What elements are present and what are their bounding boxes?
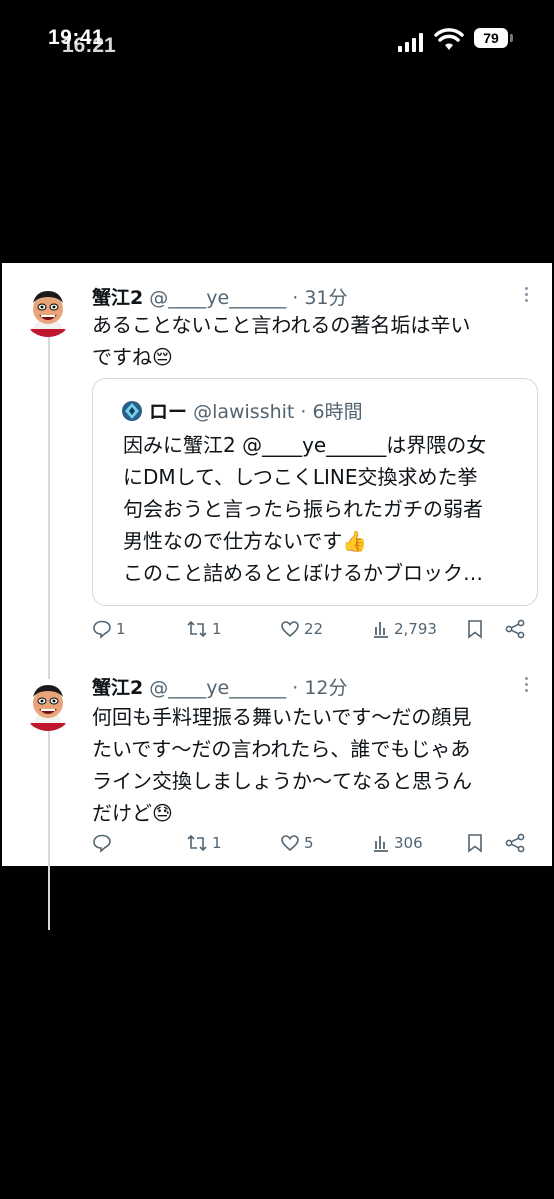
tweet-text-line: たいです〜だの言われたら、誰でもじゃあ xyxy=(92,737,471,761)
action-bar: 1 1 22 2,793 xyxy=(92,619,532,643)
tweet-text-line: ですね😔 xyxy=(92,345,173,369)
quote-text-line: 句会おうと言ったら振られたガチの弱者 xyxy=(123,497,483,521)
reply-icon xyxy=(93,834,111,853)
battery-icon: 79 xyxy=(474,28,514,50)
battery-level: 79 xyxy=(474,28,508,48)
action-bar: 1 5 306 xyxy=(92,833,532,857)
tweet-text-line: 何回も手料理振る舞いたいです〜だの顔見 xyxy=(92,705,472,729)
wifi-icon xyxy=(434,28,464,50)
like-icon xyxy=(281,835,299,852)
quoted-tweet[interactable]: ロー @lawisshit · 6時間 因みに蟹江2 @____ye______… xyxy=(92,378,538,606)
retweet-button[interactable]: 1 xyxy=(186,619,222,639)
quote-text-line: 因みに蟹江2 @____ye______は界隈の女 xyxy=(123,433,487,457)
reply-button[interactable]: 1 xyxy=(92,619,126,639)
views-button[interactable]: 2,793 xyxy=(372,619,437,639)
more-icon[interactable] xyxy=(516,677,536,695)
quote-text-line: 男性なので仕方ないです👍 xyxy=(123,529,368,553)
avatar[interactable] xyxy=(22,285,74,337)
tweet-2[interactable]: 蟹江2 @____ye______ · 12分 何回も手料理振る舞いたいです〜だ… xyxy=(2,667,552,866)
views-icon xyxy=(374,836,388,852)
views-icon xyxy=(374,622,388,638)
tweet-time[interactable]: · 12分 xyxy=(292,677,347,699)
quote-handle[interactable]: @lawisshit xyxy=(193,401,294,423)
status-bar: 19:41 16:21 79 xyxy=(0,0,554,70)
bookmark-icon xyxy=(468,834,482,853)
quote-display-name[interactable]: ロー xyxy=(149,401,187,423)
retweet-count: 1 xyxy=(212,620,222,638)
retweet-count: 1 xyxy=(212,834,222,852)
display-name[interactable]: 蟹江2 xyxy=(92,677,143,699)
like-icon xyxy=(281,621,299,638)
more-icon[interactable] xyxy=(516,287,536,305)
share-button[interactable] xyxy=(504,833,526,853)
quote-time[interactable]: · 6時間 xyxy=(300,401,362,423)
tweet-1[interactable]: 蟹江2 @____ye______ · 31分 あることないこと言われるの著名垢… xyxy=(2,263,552,663)
share-icon xyxy=(505,833,525,853)
views-count: 2,793 xyxy=(394,620,437,638)
views-button[interactable]: 306 xyxy=(372,833,423,853)
tweet-text: あることないこと言われるの著名垢は辛い ですね😔 xyxy=(92,309,537,373)
tweet-text-line: あることないこと言われるの著名垢は辛い xyxy=(92,313,471,337)
quote-text: 因みに蟹江2 @____ye______は界隈の女 にDMして、しつこくLINE… xyxy=(123,429,523,589)
tweet-text-line: だけど😓 xyxy=(92,801,173,825)
bookmark-icon xyxy=(468,620,482,639)
status-time-overlay: 16:21 xyxy=(62,34,116,57)
quote-header: ロー @lawisshit · 6時間 xyxy=(121,397,363,424)
user-handle[interactable]: @____ye______ xyxy=(149,287,286,309)
tweet-thread-card: 蟹江2 @____ye______ · 31分 あることないこと言われるの著名垢… xyxy=(2,263,552,930)
signal-icon xyxy=(398,32,426,52)
quote-text-line: にDMして、しつこくLINE交換求めた挙 xyxy=(123,465,478,489)
like-button[interactable]: 22 xyxy=(280,619,323,639)
tweet-header: 蟹江2 @____ye______ · 12分 xyxy=(92,673,348,700)
retweet-button[interactable]: 1 xyxy=(186,833,222,853)
tweet-text-line: ライン交換しましょうか〜てなると思うん xyxy=(92,769,472,793)
quote-avatar xyxy=(122,401,142,421)
bookmark-button[interactable] xyxy=(466,833,484,853)
retweet-icon xyxy=(187,834,207,852)
tweet-text: 何回も手料理振る舞いたいです〜だの顔見 たいです〜だの言われたら、誰でもじゃあ … xyxy=(92,701,537,829)
retweet-icon xyxy=(187,620,207,638)
share-icon xyxy=(505,619,525,639)
like-count: 5 xyxy=(304,834,314,852)
bookmark-button[interactable] xyxy=(466,619,484,639)
avatar[interactable] xyxy=(22,679,74,731)
reply-count: 1 xyxy=(116,620,126,638)
display-name[interactable]: 蟹江2 xyxy=(92,287,143,309)
emoji: 😔 xyxy=(152,345,173,369)
tweet-header: 蟹江2 @____ye______ · 31分 xyxy=(92,283,348,310)
views-count: 306 xyxy=(394,834,423,852)
like-button[interactable]: 5 xyxy=(280,833,314,853)
user-handle[interactable]: @____ye______ xyxy=(149,677,286,699)
like-count: 22 xyxy=(304,620,324,638)
reply-icon xyxy=(93,620,111,639)
tweet-time[interactable]: · 31分 xyxy=(292,287,347,309)
quote-text-line: このこと詰めるととぼけるかブロック… xyxy=(123,561,483,585)
reply-button[interactable] xyxy=(92,833,116,853)
share-button[interactable] xyxy=(504,619,526,639)
